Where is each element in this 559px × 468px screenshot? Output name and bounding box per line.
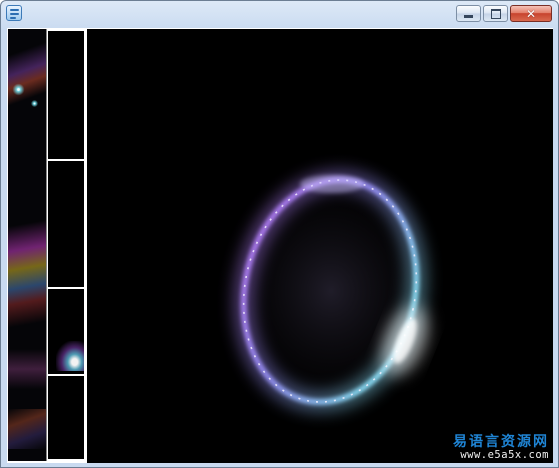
window-controls: ✕	[456, 5, 552, 22]
thumbnail-item[interactable]	[48, 161, 84, 289]
minimize-icon	[464, 14, 473, 18]
close-icon: ✕	[525, 6, 537, 21]
effect-strip[interactable]	[8, 29, 47, 461]
minimize-button[interactable]	[456, 5, 481, 22]
app-window: ✕ 易语言资源网 www.e5a5x.com	[0, 0, 559, 468]
thumbnail-item[interactable]	[48, 376, 84, 459]
thumbnail-list	[47, 30, 85, 460]
thumbnail-item[interactable]	[48, 31, 84, 161]
maximize-icon	[490, 8, 501, 19]
particle-ring	[206, 151, 456, 431]
watermark-url: www.e5a5x.com	[460, 448, 549, 461]
thumbnail-item[interactable]	[48, 289, 84, 376]
maximize-button[interactable]	[483, 5, 508, 22]
effect-preview[interactable]: 易语言资源网 www.e5a5x.com	[87, 29, 553, 463]
watermark-brand: 易语言资源网	[453, 434, 549, 451]
app-logo-icon[interactable]	[6, 5, 22, 21]
sparkle-icon	[12, 83, 25, 96]
client-area: 易语言资源网 www.e5a5x.com	[7, 28, 553, 463]
close-button[interactable]: ✕	[510, 5, 552, 22]
title-bar[interactable]: ✕	[1, 1, 558, 27]
watermark: 易语言资源网 www.e5a5x.com	[453, 435, 549, 461]
sparkle-icon	[30, 99, 39, 108]
